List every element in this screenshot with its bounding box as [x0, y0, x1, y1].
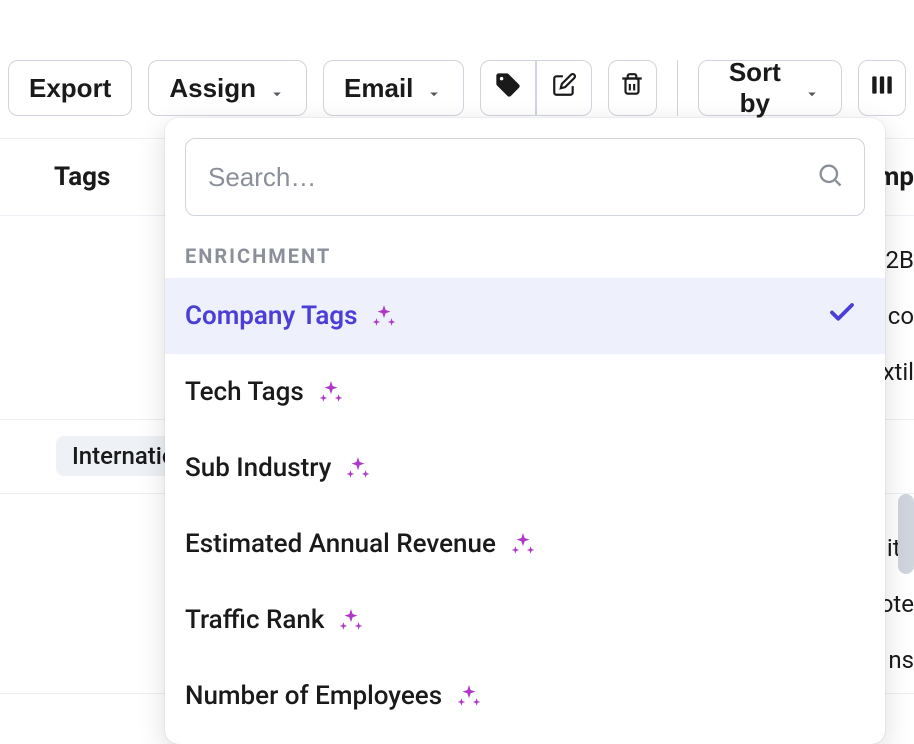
columns-icon	[869, 72, 895, 105]
section-header-enrichment: ENRICHMENT	[185, 244, 865, 268]
cell-fragment: xtil	[883, 358, 914, 386]
option-label: Company Tags	[185, 301, 357, 331]
sortby-label: Sort by	[719, 57, 791, 119]
sparkle-icon	[338, 607, 364, 633]
option-traffic-rank[interactable]: Traffic Rank	[165, 582, 885, 658]
option-label: Tech Tags	[185, 377, 304, 407]
search-field-wrap[interactable]	[185, 138, 865, 216]
chevron-down-icon	[268, 79, 286, 97]
assign-button[interactable]: Assign	[148, 60, 307, 116]
check-icon	[827, 298, 857, 335]
column-header-tags[interactable]: Tags	[0, 162, 110, 192]
sortby-button[interactable]: Sort by	[698, 60, 842, 116]
toolbar-divider	[677, 60, 678, 116]
export-label: Export	[29, 73, 111, 104]
column-picker-panel: ENRICHMENT Company Tags Tech Tags Sub In…	[165, 118, 885, 744]
trash-icon	[619, 72, 645, 105]
delete-button[interactable]	[608, 60, 656, 116]
option-sub-industry[interactable]: Sub Industry	[165, 430, 885, 506]
cell-fragment: co	[888, 302, 914, 330]
option-tech-tags[interactable]: Tech Tags	[165, 354, 885, 430]
sparkle-icon	[510, 531, 536, 557]
sparkle-icon	[318, 379, 344, 405]
option-label: Estimated Annual Revenue	[185, 529, 496, 559]
cell-fragment: 2B	[886, 246, 914, 274]
tag-button[interactable]	[480, 60, 536, 116]
sparkle-icon	[371, 303, 397, 329]
scrollbar-thumb[interactable]	[898, 494, 914, 574]
columns-button[interactable]	[858, 60, 906, 116]
cell-fragment: ns	[888, 646, 914, 674]
option-label: Number of Employees	[185, 681, 442, 711]
search-input[interactable]	[206, 161, 816, 194]
sparkle-icon	[345, 455, 371, 481]
edit-button[interactable]	[536, 60, 592, 116]
export-button[interactable]: Export	[8, 60, 132, 116]
toolbar: Export Assign Email Sort by	[8, 60, 906, 116]
tag-icon	[494, 71, 522, 106]
chevron-down-icon	[803, 79, 821, 97]
email-label: Email	[344, 73, 413, 104]
option-label: Sub Industry	[185, 453, 331, 483]
option-list: Company Tags Tech Tags Sub Industry	[165, 278, 885, 734]
option-label: Traffic Rank	[185, 605, 324, 635]
option-num-employees[interactable]: Number of Employees	[165, 658, 885, 734]
chevron-down-icon	[425, 79, 443, 97]
sparkle-icon	[456, 683, 482, 709]
option-est-revenue[interactable]: Estimated Annual Revenue	[165, 506, 885, 582]
option-company-tags[interactable]: Company Tags	[165, 278, 885, 354]
tag-edit-group	[480, 60, 592, 116]
assign-label: Assign	[169, 73, 256, 104]
edit-icon	[551, 72, 577, 105]
email-button[interactable]: Email	[323, 60, 464, 116]
search-icon	[816, 161, 844, 193]
